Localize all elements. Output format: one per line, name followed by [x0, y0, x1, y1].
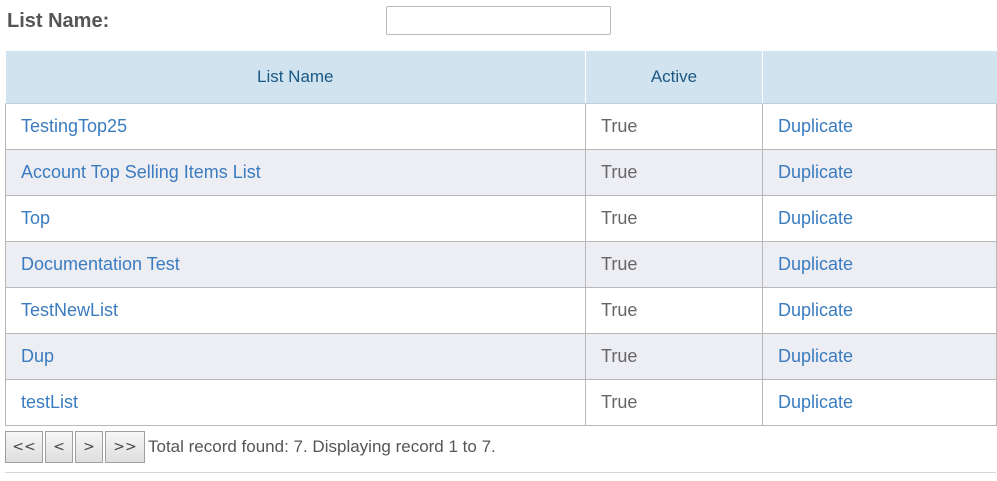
lists-table: List Name Active TestingTop25 True Dupli… — [5, 51, 997, 426]
list-name-link[interactable]: TestNewList — [21, 300, 118, 320]
table-row: TestNewList True Duplicate — [5, 287, 997, 334]
list-name-cell: Top — [5, 195, 586, 242]
table-row: Account Top Selling Items List True Dupl… — [5, 149, 997, 196]
action-cell: Duplicate — [762, 103, 997, 150]
previous-page-button[interactable]: < — [45, 431, 73, 463]
table-row: TestingTop25 True Duplicate — [5, 103, 997, 150]
active-cell: True — [585, 379, 763, 426]
footer-divider — [5, 472, 996, 473]
list-manager-page: List Name: List Name Active TestingTop25… — [0, 0, 997, 481]
active-cell: True — [585, 333, 763, 380]
list-name-cell: TestNewList — [5, 287, 586, 334]
list-name-link[interactable]: Documentation Test — [21, 254, 180, 274]
table-row: Dup True Duplicate — [5, 333, 997, 380]
list-name-filter-input[interactable] — [386, 6, 611, 35]
active-value: True — [601, 392, 638, 412]
active-cell: True — [585, 287, 763, 334]
active-value: True — [601, 346, 638, 366]
table-header: List Name Active — [5, 51, 997, 104]
list-name-cell: Account Top Selling Items List — [5, 149, 586, 196]
table-row: Documentation Test True Duplicate — [5, 241, 997, 288]
duplicate-link[interactable]: Duplicate — [778, 208, 853, 228]
list-name-link[interactable]: testList — [21, 392, 78, 412]
active-cell: True — [585, 195, 763, 242]
duplicate-link[interactable]: Duplicate — [778, 162, 853, 182]
duplicate-link[interactable]: Duplicate — [778, 116, 853, 136]
record-count-status: Total record found: 7. Displaying record… — [148, 437, 496, 456]
list-name-link[interactable]: Account Top Selling Items List — [21, 162, 261, 182]
active-value: True — [601, 300, 638, 320]
action-cell: Duplicate — [762, 333, 997, 380]
table-body: TestingTop25 True Duplicate Account Top … — [5, 103, 997, 426]
list-name-cell: TestingTop25 — [5, 103, 586, 150]
active-value: True — [601, 116, 638, 136]
duplicate-link[interactable]: Duplicate — [778, 346, 853, 366]
list-name-cell: Dup — [5, 333, 586, 380]
table-header-row: List Name Active — [5, 51, 997, 104]
column-header-active[interactable]: Active — [585, 51, 763, 104]
action-cell: Duplicate — [762, 195, 997, 242]
next-page-button[interactable]: > — [75, 431, 103, 463]
action-cell: Duplicate — [762, 379, 997, 426]
pager: << < > >> Total record found: 7. Display… — [5, 430, 496, 464]
column-header-list-name[interactable]: List Name — [5, 51, 586, 104]
list-name-link[interactable]: Top — [21, 208, 50, 228]
action-cell: Duplicate — [762, 149, 997, 196]
active-value: True — [601, 162, 638, 182]
list-name-link[interactable]: Dup — [21, 346, 54, 366]
last-page-button[interactable]: >> — [105, 431, 145, 463]
action-cell: Duplicate — [762, 241, 997, 288]
active-value: True — [601, 208, 638, 228]
active-cell: True — [585, 149, 763, 196]
filter-bar: List Name: — [0, 0, 997, 44]
table-row: Top True Duplicate — [5, 195, 997, 242]
action-cell: Duplicate — [762, 287, 997, 334]
list-name-filter-label: List Name: — [7, 10, 110, 32]
list-name-link[interactable]: TestingTop25 — [21, 116, 127, 136]
duplicate-link[interactable]: Duplicate — [778, 300, 853, 320]
active-cell: True — [585, 103, 763, 150]
duplicate-link[interactable]: Duplicate — [778, 254, 853, 274]
table-row: testList True Duplicate — [5, 379, 997, 426]
duplicate-link[interactable]: Duplicate — [778, 392, 853, 412]
active-value: True — [601, 254, 638, 274]
first-page-button[interactable]: << — [5, 431, 43, 463]
list-name-cell: Documentation Test — [5, 241, 586, 288]
column-header-actions — [762, 51, 997, 104]
list-name-cell: testList — [5, 379, 586, 426]
active-cell: True — [585, 241, 763, 288]
